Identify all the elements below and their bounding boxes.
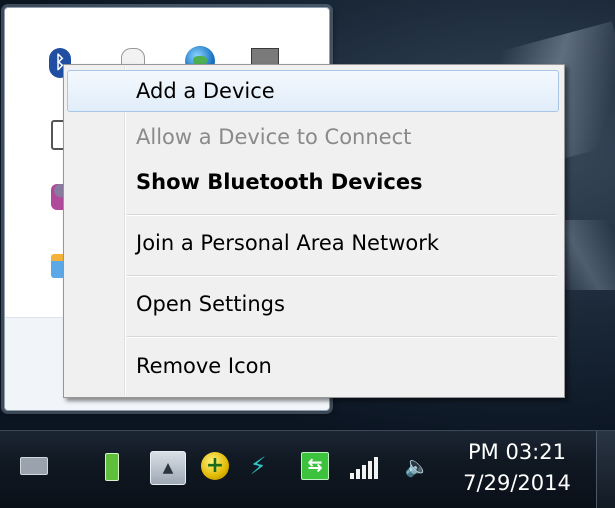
menu-item-add-a-device[interactable]: Add a Device xyxy=(67,70,559,112)
taskbar: ▲ + ⚡ ⇆ 🔈 PM 03:21 7/29/2014 xyxy=(0,430,615,508)
show-hidden-icons-button[interactable]: ▲ xyxy=(150,451,186,485)
usb-drive-icon[interactable] xyxy=(105,453,119,481)
sync-icon[interactable]: ⇆ xyxy=(301,452,329,480)
menu-item-remove-icon[interactable]: Remove Icon xyxy=(67,345,559,387)
clock-time: PM 03:21 xyxy=(468,440,566,464)
show-desktop-button[interactable] xyxy=(596,431,615,508)
volume-icon[interactable]: 🔈 xyxy=(404,453,430,479)
system-clock[interactable]: PM 03:21 7/29/2014 xyxy=(452,437,582,499)
menu-separator xyxy=(127,214,557,216)
bluetooth-context-menu: Add a Device Allow a Device to Connect S… xyxy=(63,64,565,398)
clock-date: 7/29/2014 xyxy=(463,471,571,495)
menu-separator xyxy=(127,275,557,277)
menu-item-allow-a-device-to-connect: Allow a Device to Connect xyxy=(136,125,412,149)
signal-bars-icon[interactable] xyxy=(350,453,380,479)
lightning-icon[interactable]: ⚡ xyxy=(246,453,270,479)
menu-item-open-settings[interactable]: Open Settings xyxy=(67,283,559,325)
menu-separator xyxy=(127,336,557,338)
menu-item-join-personal-area-network[interactable]: Join a Personal Area Network xyxy=(67,222,559,264)
menu-item-show-bluetooth-devices[interactable]: Show Bluetooth Devices xyxy=(67,161,559,203)
keyboard-icon[interactable] xyxy=(20,457,48,475)
add-plus-icon[interactable]: + xyxy=(201,452,229,480)
